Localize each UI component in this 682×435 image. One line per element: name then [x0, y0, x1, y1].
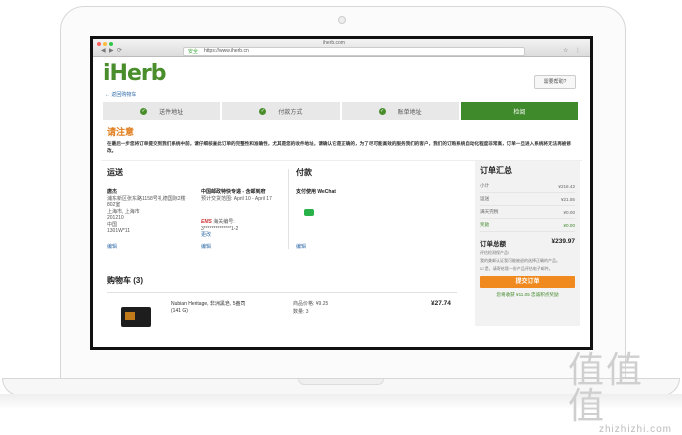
- product-image[interactable]: [121, 307, 151, 327]
- edit-address-link[interactable]: 编辑: [107, 243, 117, 250]
- back-arrow-icon[interactable]: ◀: [101, 47, 106, 54]
- site-watermark: 值值值 zhizhizhi.com: [568, 352, 672, 435]
- cart-divider: [107, 292, 457, 293]
- help-button[interactable]: 需要帮助?: [534, 75, 576, 89]
- column-divider: [288, 169, 289, 249]
- review-note: 评估检测保产品!: [480, 250, 510, 255]
- review-note-detail: 我的美邮认证我可能被退的选择正确的产品。: [480, 258, 560, 263]
- menu-icon[interactable]: ⋮: [575, 47, 581, 54]
- notice-text: 在最后一步您将订单提交到我们系统中前，请仔细核查此订单的完整性和准确性，尤其是您…: [107, 141, 571, 153]
- browser-screen: iherb.com ◀ ▶ ⟳ 安全 https://www.iherb.cn …: [90, 36, 593, 350]
- step-review[interactable]: 检阅: [460, 102, 580, 120]
- customs-label: 海关编号:: [213, 219, 235, 225]
- summary-row-shipping: 运送 ¥21.55: [480, 193, 575, 206]
- iherb-logo[interactable]: iHerb: [103, 61, 166, 86]
- watermark-url: zhizhizhi.com: [598, 424, 672, 435]
- back-to-cart-link[interactable]: ← 返回购物车: [105, 91, 136, 98]
- check-icon: ✓: [140, 107, 148, 115]
- product-quantity: 数量: 3: [293, 309, 309, 315]
- step-shipping-address[interactable]: ✓ 送件地址: [103, 102, 223, 120]
- step-label: 送件地址: [159, 109, 184, 116]
- row-label: 奖励: [480, 222, 490, 227]
- watermark-logo: 值值值: [568, 349, 645, 426]
- total-value: ¥239.97: [551, 238, 576, 245]
- payment-title: 付款: [296, 168, 312, 177]
- step-billing-address[interactable]: ✓ 账单地址: [341, 102, 461, 120]
- checkout-body: 运送 唐杰 浦东新区张东路1158号礼德国际2楼 802室 上海市, 上海市 2…: [101, 160, 582, 327]
- summary-row-tax: 满天完税 ¥0.00: [480, 206, 575, 219]
- payment-method: 支付使用 WeChat: [296, 189, 336, 195]
- close-icon[interactable]: [97, 42, 101, 46]
- address-line: 1301W*11: [107, 228, 130, 234]
- method-desc: 预计交货范围: April 10 - April 17: [201, 195, 272, 202]
- site-header: iHerb ← 返回购物车 需要帮助?: [101, 57, 582, 102]
- page-content: iHerb ← 返回购物车 需要帮助? ✓ 送件地址 ✓ 付款方式 ✓ 账单地址 检阅…: [93, 57, 590, 327]
- shipping-method: 中国邮政特快专递 - 含邮到府 预计交货范围: April 10 - April…: [201, 189, 281, 202]
- summary-row-rewards: 奖励 ¥0.00: [480, 219, 575, 232]
- main-column: 运送 唐杰 浦东新区张东路1158号礼德国际2楼 802室 上海市, 上海市 2…: [101, 161, 471, 327]
- checkbox-text: 是，请寄给我一份产品评估电子邮件。: [484, 266, 553, 271]
- secure-label: 安全: [188, 49, 199, 55]
- step-payment-method[interactable]: ✓ 付款方式: [222, 102, 342, 120]
- change-customs-link[interactable]: 更改: [201, 232, 211, 238]
- edit-shipping-method-link[interactable]: 编辑: [201, 243, 211, 250]
- step-label: 检阅: [513, 109, 526, 116]
- summary-title: 订单汇总: [480, 166, 512, 175]
- notice-title: 请注意: [107, 127, 135, 137]
- browser-chrome: iherb.com ◀ ▶ ⟳ 安全 https://www.iherb.cn …: [93, 39, 590, 57]
- edit-payment-link[interactable]: 编辑: [296, 243, 306, 250]
- check-icon: ✓: [378, 107, 386, 115]
- loyalty-reward-text: 您将收获 ¥11.05 忠诚积点奖励: [496, 292, 559, 297]
- reload-icon[interactable]: ⟳: [117, 47, 122, 54]
- row-value: ¥21.55: [560, 196, 575, 202]
- total-label: 订单总额: [480, 241, 506, 248]
- ems-logo-icon: EMS: [201, 219, 212, 225]
- order-summary: 订单汇总 小计 ¥218.42 运送 ¥21.55 满天完税 ¥0.00 奖励 ¥0.0…: [475, 161, 580, 326]
- product-name[interactable]: Nubian Heritage, 非洲黑皂, 5盎司 (141 G): [171, 301, 246, 314]
- camera-icon: [338, 16, 346, 24]
- step-label: 付款方式: [278, 109, 303, 116]
- row-label: 小计: [480, 183, 490, 188]
- cart-title: 购物车 (3): [107, 276, 143, 285]
- row-value: ¥218.42: [558, 183, 575, 189]
- tab-title[interactable]: iherb.com: [323, 40, 345, 46]
- maximize-icon[interactable]: [109, 42, 113, 46]
- product-price: 商品价格: ¥9.25: [293, 301, 329, 307]
- row-value: ¥0.00: [563, 209, 576, 215]
- forward-arrow-icon[interactable]: ▶: [109, 47, 114, 54]
- customs-value: 3**************1-2: [201, 225, 239, 232]
- wechat-icon: [304, 209, 314, 216]
- url-text: https://www.iherb.cn: [204, 48, 249, 54]
- minimize-icon[interactable]: [103, 42, 107, 46]
- checkout-steps: ✓ 送件地址 ✓ 付款方式 ✓ 账单地址 检阅: [103, 102, 580, 120]
- summary-row-subtotal: 小计 ¥218.42: [480, 180, 575, 193]
- shipping-address: 唐杰 浦东新区张东路1158号礼德国际2楼 802室 上海市, 上海市 2012…: [107, 189, 193, 235]
- row-value: ¥0.00: [563, 222, 576, 228]
- submit-order-button[interactable]: 提交订单: [480, 276, 575, 288]
- row-label: 满天完税: [480, 209, 499, 214]
- check-icon: ✓: [259, 107, 267, 115]
- address-bar[interactable]: 安全 https://www.iherb.cn: [183, 47, 525, 56]
- product-total: ¥27.74: [431, 300, 451, 307]
- step-label: 账单地址: [397, 109, 422, 116]
- shipping-title: 运送: [107, 168, 123, 177]
- laptop-notch: [298, 379, 384, 385]
- star-icon[interactable]: ☆: [563, 47, 568, 54]
- order-total: 订单总额 ¥239.97: [480, 238, 575, 248]
- customs-info: EMS 海关编号: 3**************1-2 更改: [201, 219, 281, 239]
- checkbox-icon[interactable]: ☑: [480, 266, 484, 271]
- row-label: 运送: [480, 196, 490, 201]
- review-checkbox-label[interactable]: ☑ 是，请寄给我一份产品评估电子邮件。: [480, 266, 575, 272]
